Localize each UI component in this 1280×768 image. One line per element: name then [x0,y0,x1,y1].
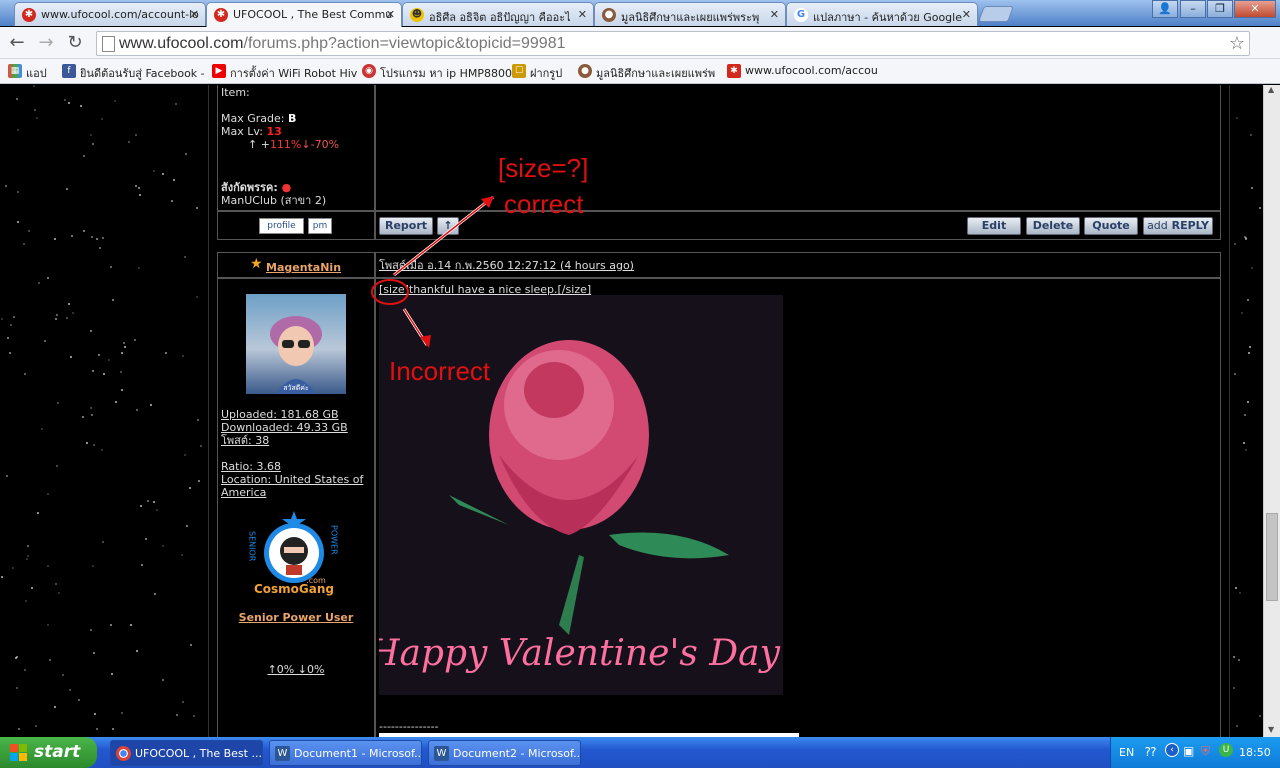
emoji-favicon-icon: ☻ [410,8,424,22]
bookmark-foundation[interactable]: ● มูลนิธิศึกษาและเผยแพร่พ [578,64,715,82]
ufocool-favicon-icon: ✱ [22,8,36,22]
tab-title: UFOCOOL , The Best Commu [233,8,393,21]
close-icon[interactable]: ✕ [770,8,779,21]
image-host-icon: ☐ [512,64,526,78]
tab-strip: ✱ www.ufocool.com/account-lo ✕ ✱ UFOCOOL… [0,0,1280,27]
bookmark-wifi-robot[interactable]: ▶ การตั้งค่า WiFi Robot Hiv [212,64,357,82]
close-icon[interactable]: ✕ [190,8,199,21]
task-label: Document1 - Microsof... [294,747,422,760]
monk-favicon-icon: ● [602,8,616,22]
apps-grid-icon: ▦ [8,64,22,78]
bookmark-label: ยินดีต้อนรับสู่ Facebook - [80,67,205,80]
scroll-up-icon[interactable]: ▲ [1268,85,1274,94]
bookmark-facebook[interactable]: f ยินดีต้อนรับสู่ Facebook - [62,64,205,82]
tab-title: แปลภาษา - ค้นหาด้วย Google [813,11,962,24]
security-shield-icon[interactable]: ⛨ [1201,744,1210,759]
start-button[interactable]: start [0,737,97,768]
annotation-arrow-up [393,196,494,276]
task-word-document1[interactable]: W Document1 - Microsof... [269,740,422,766]
new-tab-button[interactable] [978,6,1014,22]
page-viewport: Item: Max Grade: B Max Lv: 13 ↑ +111%↓-7… [0,85,1263,737]
tab-account[interactable]: ✱ www.ufocool.com/account-lo ✕ [14,2,206,26]
ufocool-favicon-icon: ✱ [727,64,741,78]
annotation-incorrect-label: Incorrect [389,356,491,386]
page-scrollbar[interactable]: ▲ ▼ [1263,85,1280,737]
google-favicon-icon: G [794,8,808,22]
window-close-button[interactable]: ✕ [1234,0,1276,18]
close-icon[interactable]: ✕ [386,8,395,21]
annotation-circle [371,279,409,305]
bookmarks-bar: ▦ แอป f ยินดีต้อนรับสู่ Facebook - ▶ การตั้… [0,59,1280,84]
word-icon: W [275,746,290,761]
bookmark-star-icon[interactable]: ☆ [1229,33,1245,54]
forward-icon[interactable]: → [34,31,58,55]
bookmark-image-host[interactable]: ☐ ฝากรูป [512,64,562,82]
start-label: start [34,742,81,762]
maximize-button[interactable]: ❐ [1207,0,1233,18]
bookmark-label: แอป [26,67,47,80]
chrome-icon [116,746,131,761]
annotation-overlay [371,195,494,348]
arrow-head-icon [420,335,431,348]
task-label: UFOCOOL , The Best ... [135,747,262,760]
tab-dhamma[interactable]: ☻ อธิศีล อธิจิต อธิปัญญา คืออะไ ✕ [402,2,594,26]
word-icon: W [434,746,449,761]
annotation-correct-tag: [size=?] [498,153,589,183]
minimize-button[interactable]: – [1180,0,1206,18]
bookmark-label: มูลนิธิศึกษาและเผยแพร่พ [596,67,716,80]
tab-title: มูลนิธิศึกษาและเผยแพร่พระพุ [621,11,760,24]
monk-icon: ● [578,64,592,78]
bookmark-ip-program[interactable]: ◉ โปรแกรม หา ip HMP8800 [362,64,512,82]
address-bar[interactable]: www.ufocool.com/forums.php?action=viewto… [96,31,1250,56]
taskbar: start UFOCOOL , The Best ... W Document1 … [0,737,1280,768]
url-host: www.ufocool.com [119,35,244,52]
bookmark-label: การตั้งค่า WiFi Robot Hiv [230,67,358,80]
clock: 18:50 [1239,746,1271,759]
tab-ufocool-forum[interactable]: ✱ UFOCOOL , The Best Commu ✕ [206,2,402,27]
annotation-correct-label: correct [504,189,584,219]
profile-button[interactable]: 👤 [1152,0,1178,18]
bookmark-label: ฝากรูป [530,67,563,80]
page-icon [102,36,115,52]
bookmark-apps[interactable]: ▦ แอป [8,64,47,82]
program-icon: ◉ [362,64,376,78]
youtube-icon: ▶ [212,64,226,78]
update-icon[interactable]: U [1219,743,1233,757]
facebook-icon: f [62,64,76,78]
task-chrome[interactable]: UFOCOOL , The Best ... [110,740,263,766]
tab-title: อธิศีล อธิจิต อธิปัญญา คืออะไ [429,11,571,24]
tab-title: www.ufocool.com/account-lo [41,8,199,21]
browser-toolbar: ← → ↻ www.ufocool.com/forums.php?action=… [0,27,1280,79]
url-text[interactable]: www.ufocool.com/forums.php?action=viewto… [119,35,565,53]
scrollbar-thumb[interactable] [1266,513,1278,601]
system-tray: EN ⁇ ‹ ▣ ⛨ U 18:50 [1110,737,1280,768]
network-icon[interactable]: ▣ [1183,744,1194,758]
bookmark-ufocool-account[interactable]: ✱ www.ufocool.com/accou [727,64,878,78]
close-icon[interactable]: ✕ [962,8,971,21]
ufocool-favicon-icon: ✱ [214,8,228,22]
bookmark-label: www.ufocool.com/accou [745,64,878,77]
url-path: /forums.php?action=viewtopic&topicid=999… [243,35,566,52]
tab-foundation[interactable]: ● มูลนิธิศึกษาและเผยแพร่พระพุ ✕ [594,2,786,26]
task-word-document2[interactable]: W Document2 - Microsof... [428,740,581,766]
help-icon[interactable]: ⁇ [1145,745,1156,759]
windows-logo-icon [10,744,27,761]
task-label: Document2 - Microsof... [453,747,581,760]
reload-icon[interactable]: ↻ [63,31,87,55]
bookmark-label: โปรแกรม หา ip HMP8800 [380,67,513,80]
language-indicator[interactable]: EN [1119,746,1134,759]
tray-expand-icon[interactable]: ‹ [1165,743,1179,757]
tab-google-translate[interactable]: G แปลภาษา - ค้นหาด้วย Google ✕ [786,2,978,26]
scroll-down-icon[interactable]: ▼ [1268,725,1274,734]
back-icon[interactable]: ← [5,31,29,55]
close-icon[interactable]: ✕ [578,8,587,21]
